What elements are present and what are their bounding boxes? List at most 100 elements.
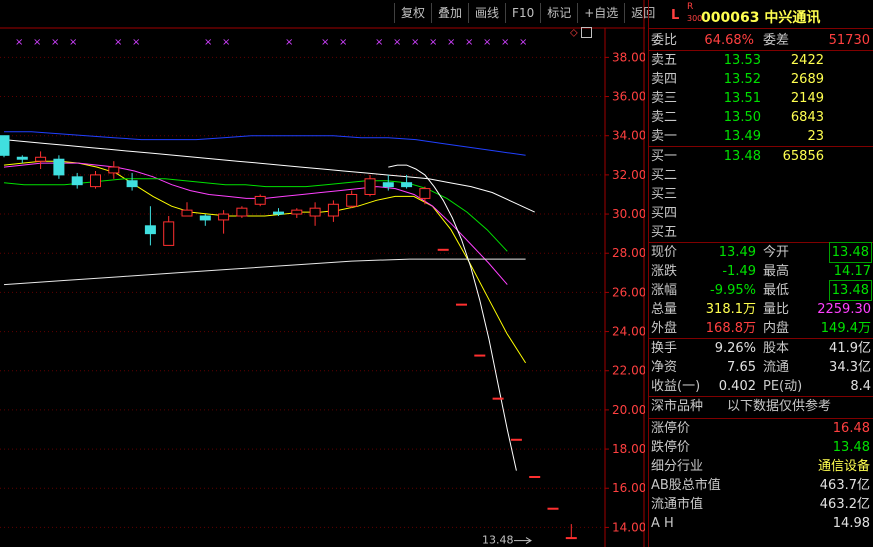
limit-label: A H bbox=[651, 516, 674, 531]
stat-label: PE(动) bbox=[763, 379, 803, 394]
quote-label: 最低 bbox=[763, 283, 790, 298]
event-marker-icon: × bbox=[15, 37, 23, 48]
quote-label: 最高 bbox=[763, 264, 790, 279]
candle-body bbox=[529, 475, 541, 478]
order-price: 13.53 bbox=[723, 53, 761, 68]
order-label: 买一 bbox=[651, 149, 678, 164]
quote-label: 涨幅 bbox=[651, 283, 678, 298]
limit-value: 463.2亿 bbox=[819, 497, 870, 512]
index-300-indicator: 300 bbox=[687, 14, 703, 23]
order-row-sell[interactable]: 卖一 13.49 23 bbox=[649, 127, 873, 146]
candle-body bbox=[181, 209, 193, 217]
draw-line-button[interactable]: 画线 bbox=[468, 3, 505, 23]
event-marker-icon: × bbox=[114, 37, 122, 48]
stat-value: 41.9亿 bbox=[829, 341, 871, 356]
event-marker-icon: × bbox=[204, 37, 212, 48]
order-price: 13.48 bbox=[723, 149, 761, 164]
add-watchlist-button[interactable]: +自选 bbox=[577, 3, 624, 23]
candle-body bbox=[437, 248, 449, 251]
ma-line-1 bbox=[3, 160, 527, 364]
quote-value: -1.49 bbox=[722, 264, 756, 279]
candle-body bbox=[71, 176, 83, 186]
limit-value: 16.48 bbox=[832, 421, 870, 436]
order-price: 13.49 bbox=[723, 129, 761, 144]
stock-code-name[interactable]: 000063 中兴通讯 bbox=[701, 7, 820, 27]
order-volume: 2422 bbox=[790, 53, 824, 68]
quote-value: 13.48 bbox=[828, 242, 873, 263]
fuquan-button[interactable]: 复权 bbox=[394, 3, 431, 23]
y-tick-label: 32.00 bbox=[612, 168, 645, 182]
order-row-buy[interactable]: 买五 bbox=[649, 223, 873, 242]
event-marker-icon: × bbox=[285, 37, 293, 48]
y-tick-label: 22.00 bbox=[612, 364, 645, 378]
order-label: 买三 bbox=[651, 187, 678, 202]
quote-value: 2259.30 bbox=[817, 302, 871, 317]
quote-value: -9.95% bbox=[710, 283, 756, 298]
candle-body bbox=[456, 303, 467, 306]
quote-summary: 现价 13.49 今开 13.48 涨跌 -1.49 最高 14.17 涨幅 -9.95% 最低 13… bbox=[649, 242, 873, 338]
order-label: 卖三 bbox=[651, 91, 678, 106]
overlay-button[interactable]: 叠加 bbox=[431, 3, 468, 23]
order-label: 卖一 bbox=[651, 129, 678, 144]
stat-label: 收益(一) bbox=[651, 379, 701, 394]
ma-line-3 bbox=[3, 178, 508, 252]
candle-body bbox=[510, 438, 522, 441]
quote-value: 149.4万 bbox=[820, 321, 871, 336]
event-marker-icon: × bbox=[393, 37, 401, 48]
scroll-arrows-icon[interactable]: ◇ bbox=[570, 27, 592, 39]
candle-body bbox=[565, 537, 577, 540]
event-marker-icon: × bbox=[447, 37, 455, 48]
candle-body bbox=[16, 156, 28, 160]
candle-body bbox=[401, 182, 413, 188]
order-volume: 23 bbox=[807, 129, 824, 144]
limit-value: 通信设备 bbox=[817, 459, 870, 474]
candle-body bbox=[547, 507, 559, 510]
ma-line-0 bbox=[3, 139, 535, 213]
limit-info: 涨停价 16.48 跌停价 13.48 细分行业 通信设备 AB股总市值 463.7亿 流通市值… bbox=[649, 418, 873, 533]
y-tick-label: 38.00 bbox=[612, 50, 645, 64]
reference-notice: 以下数据仅供参考 bbox=[727, 399, 832, 414]
quote-value: 318.1万 bbox=[705, 302, 756, 317]
kline-chart[interactable]: 38.00 36.00 34.00 32.00 30.00 28.00 26.00 24.00… bbox=[0, 0, 645, 547]
event-marker-icon: × bbox=[411, 37, 419, 48]
order-row-sell[interactable]: 卖四 13.52 2689 bbox=[649, 70, 873, 89]
f10-button[interactable]: F10 bbox=[505, 3, 540, 23]
order-row-buy[interactable]: 买二 bbox=[649, 166, 873, 185]
y-tick-label: 24.00 bbox=[612, 325, 645, 339]
order-row-buy[interactable]: 买三 bbox=[649, 185, 873, 204]
stat-label: 流通 bbox=[763, 360, 790, 375]
stat-value: 9.26% bbox=[714, 341, 756, 356]
order-row-buy[interactable]: 买一 13.48 65856 bbox=[649, 147, 873, 166]
order-volume: 6843 bbox=[790, 110, 824, 125]
notice-row: 深市品种 以下数据仅供参考 bbox=[649, 396, 873, 418]
y-tick-label: 30.00 bbox=[612, 207, 645, 221]
ma-line-5 bbox=[388, 164, 517, 471]
order-row-sell[interactable]: 卖二 13.50 6843 bbox=[649, 108, 873, 127]
order-label: 卖四 bbox=[651, 72, 678, 87]
stat-value: 8.4 bbox=[850, 379, 871, 394]
y-tick-label: 20.00 bbox=[612, 403, 645, 417]
quote-row: 涨跌 -1.49 最高 14.17 bbox=[649, 262, 873, 281]
limit-row: 细分行业 通信设备 bbox=[649, 457, 873, 476]
quote-panel: L R 300 000063 中兴通讯 委比 64.68% 委差 51730 卖… bbox=[648, 0, 873, 547]
limit-row: 跌停价 13.48 bbox=[649, 438, 873, 457]
order-row-sell[interactable]: 卖五 13.53 2422 bbox=[649, 51, 873, 70]
order-label: 买五 bbox=[651, 225, 678, 240]
event-marker-icon: × bbox=[501, 37, 509, 48]
mark-button[interactable]: 标记 bbox=[540, 3, 577, 23]
quote-label: 现价 bbox=[651, 245, 678, 260]
last-price-label: 13.48 bbox=[482, 534, 514, 547]
limit-label: 跌停价 bbox=[651, 440, 691, 455]
candle-body bbox=[291, 209, 303, 215]
y-tick-label: 14.00 bbox=[612, 520, 645, 534]
stat-row: 换手 9.26% 股本 41.9亿 bbox=[649, 339, 873, 358]
order-row-buy[interactable]: 买四 bbox=[649, 204, 873, 223]
order-row-sell[interactable]: 卖三 13.51 2149 bbox=[649, 89, 873, 108]
candle-body bbox=[419, 188, 431, 199]
event-marker-icon: × bbox=[321, 37, 329, 48]
quote-row: 外盘 168.8万 内盘 149.4万 bbox=[649, 319, 873, 338]
y-tick-label: 28.00 bbox=[612, 246, 645, 260]
candle-body bbox=[163, 221, 175, 246]
level-indicator: L bbox=[671, 8, 680, 23]
event-marker-icon: × bbox=[132, 37, 140, 48]
